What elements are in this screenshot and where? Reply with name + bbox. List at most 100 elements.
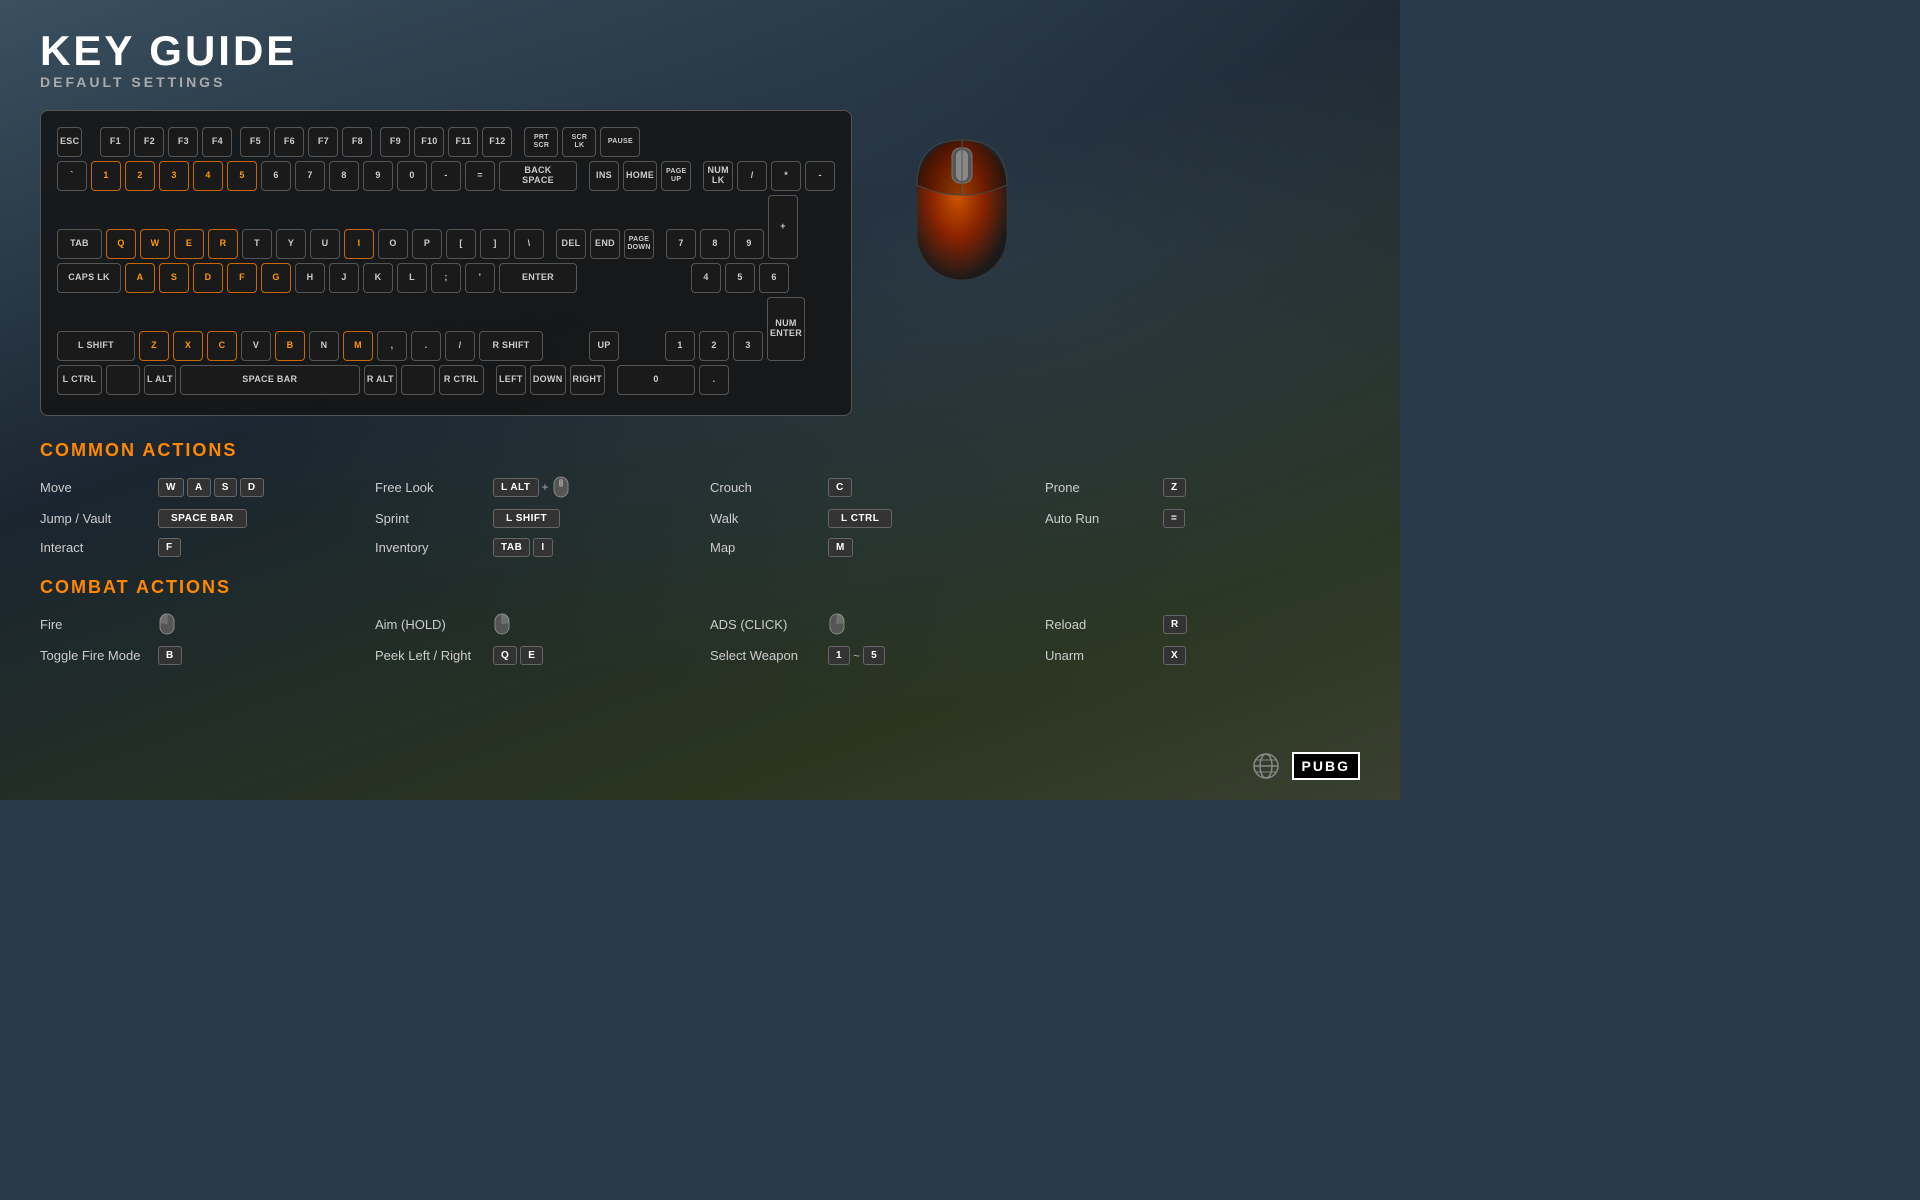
action-fire-label: Fire: [40, 617, 150, 632]
action-reload-keys: R: [1163, 615, 1187, 634]
key-badge-w: W: [158, 478, 184, 497]
key-f12: F12: [482, 127, 512, 157]
key-numstar: *: [771, 161, 801, 191]
key-lshift: L SHIFT: [57, 331, 135, 361]
action-firemode-label: Toggle Fire Mode: [40, 648, 150, 663]
key-1: 1: [91, 161, 121, 191]
kb-row-bottom: L CTRL L ALT SPACE BAR R ALT R CTRL LEFT…: [57, 365, 835, 395]
key-lwin: [106, 365, 140, 395]
key-f9: F9: [380, 127, 410, 157]
action-aim-keys: [493, 612, 511, 636]
key-num6: 6: [759, 263, 789, 293]
action-crouch-label: Crouch: [710, 480, 820, 495]
action-selectweapon-label: Select Weapon: [710, 648, 820, 663]
key-down: DOWN: [530, 365, 566, 395]
key-badge-i: I: [533, 538, 552, 557]
key-lbracket: [: [446, 229, 476, 259]
key-num5: 5: [725, 263, 755, 293]
key-badge-d: D: [240, 478, 264, 497]
key-rshift: R SHIFT: [479, 331, 543, 361]
action-walk: Walk L CTRL: [710, 509, 1025, 528]
key-home: HOME: [623, 161, 657, 191]
key-badge-lctrl: L CTRL: [828, 509, 892, 528]
key-f: F: [227, 263, 257, 293]
key-q: Q: [106, 229, 136, 259]
key-minus: -: [431, 161, 461, 191]
key-numlk: NUMLK: [703, 161, 733, 191]
key-num3: 3: [733, 331, 763, 361]
rmb-icon-aim: [493, 612, 511, 636]
key-p: P: [412, 229, 442, 259]
key-space: SPACE BAR: [180, 365, 360, 395]
key-b: B: [275, 331, 305, 361]
action-selectweapon-keys: 1 ~ 5: [828, 646, 885, 665]
key-4: 4: [193, 161, 223, 191]
common-actions-title: COMMON ACTIONS: [40, 440, 1360, 461]
key-equals: =: [465, 161, 495, 191]
key-semicolon: ;: [431, 263, 461, 293]
action-inventory: Inventory TAB I: [375, 538, 690, 557]
action-walk-label: Walk: [710, 511, 820, 526]
key-enter: ENTER: [499, 263, 577, 293]
key-w: W: [140, 229, 170, 259]
key-j: J: [329, 263, 359, 293]
key-num7: 7: [666, 229, 696, 259]
key-pagedown: PAGEDOWN: [624, 229, 654, 259]
key-c: C: [207, 331, 237, 361]
key-comma: ,: [377, 331, 407, 361]
key-num1: 1: [665, 331, 695, 361]
key-end: END: [590, 229, 620, 259]
key-ralt: R ALT: [364, 365, 397, 395]
action-reload: Reload R: [1045, 612, 1360, 636]
key-2: 2: [125, 161, 155, 191]
key-badge-z: Z: [1163, 478, 1186, 497]
key-lalt: L ALT: [144, 365, 176, 395]
action-prone-keys: Z: [1163, 478, 1186, 497]
key-num4: 4: [691, 263, 721, 293]
key-f1: F1: [100, 127, 130, 157]
action-unarm: Unarm X: [1045, 646, 1360, 665]
key-z: Z: [139, 331, 169, 361]
action-reload-label: Reload: [1045, 617, 1155, 632]
key-8: 8: [329, 161, 359, 191]
action-unarm-keys: X: [1163, 646, 1186, 665]
lmb-icon: [158, 612, 176, 636]
key-t: T: [242, 229, 272, 259]
key-period: .: [411, 331, 441, 361]
action-peek: Peek Left / Right Q E: [375, 646, 690, 665]
key-lctrl: L CTRL: [57, 365, 102, 395]
key-f4: F4: [202, 127, 232, 157]
action-map-keys: M: [828, 538, 853, 557]
key-prtscr: PRTSCR: [524, 127, 558, 157]
key-tab: TAB: [57, 229, 102, 259]
page-subtitle: DEFAULT SETTINGS: [40, 74, 1360, 90]
key-r: R: [208, 229, 238, 259]
action-jump-keys: SPACE BAR: [158, 509, 247, 528]
kb-row-zxcv: L SHIFT Z X C V B N M , . / R SHIFT UP 1…: [57, 297, 835, 361]
action-unarm-label: Unarm: [1045, 648, 1155, 663]
keyboard-diagram: ESC F1 F2 F3 F4 F5 F6 F7 F8 F9 F10 F11 F…: [40, 110, 852, 416]
action-freelook-label: Free Look: [375, 480, 485, 495]
key-numenter: NUMENTER: [767, 297, 805, 361]
action-autorun-label: Auto Run: [1045, 511, 1155, 526]
key-capslk: CAPS LK: [57, 263, 121, 293]
key-left: LEFT: [496, 365, 526, 395]
kb-row-function: ESC F1 F2 F3 F4 F5 F6 F7 F8 F9 F10 F11 F…: [57, 127, 835, 157]
key-badge-a: A: [187, 478, 211, 497]
key-f3: F3: [168, 127, 198, 157]
kb-row-qwerty: TAB Q W E R T Y U I O P [ ] \ DEL END PA…: [57, 195, 835, 259]
key-num0: 0: [617, 365, 695, 395]
key-badge-m: M: [828, 538, 853, 557]
action-peek-keys: Q E: [493, 646, 543, 665]
action-crouch-keys: C: [828, 478, 852, 497]
action-move: Move W A S D: [40, 475, 355, 499]
action-interact-label: Interact: [40, 540, 150, 555]
action-peek-label: Peek Left / Right: [375, 648, 485, 663]
action-firemode-keys: B: [158, 646, 182, 665]
action-walk-keys: L CTRL: [828, 509, 892, 528]
combat-actions-grid: Fire Aim (HOLD): [40, 612, 1360, 665]
action-map-label: Map: [710, 540, 820, 555]
key-7: 7: [295, 161, 325, 191]
key-esc: ESC: [57, 127, 82, 157]
title-section: KEY GUIDE DEFAULT SETTINGS: [40, 30, 1360, 90]
